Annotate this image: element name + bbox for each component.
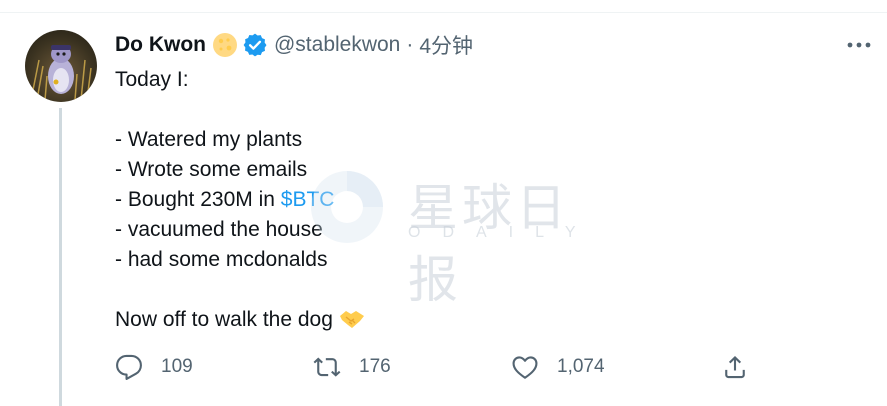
share-button[interactable] — [721, 350, 749, 384]
more-options-icon[interactable] — [846, 38, 872, 52]
tweet-line: Today I: — [115, 68, 189, 91]
tweet-line: - had some mcdonalds — [115, 248, 328, 271]
tweet-text: Today I: - Watered my plants - Wrote som… — [115, 65, 365, 335]
thread-line — [59, 108, 62, 406]
retweet-count: 176 — [359, 356, 391, 377]
reply-button[interactable]: 109 — [115, 350, 193, 384]
share-icon — [725, 356, 745, 379]
tweet-line: - Watered my plants — [115, 128, 303, 151]
penguin-avatar-icon — [30, 45, 92, 101]
display-name[interactable]: Do Kwon — [115, 33, 206, 57]
watermark-subtext: ODAILY — [408, 224, 598, 241]
tweet-line: - Wrote some emails — [115, 158, 308, 181]
tweet-line: - vacuumed the house — [115, 218, 323, 241]
reply-count: 109 — [161, 356, 193, 377]
watermark-text: 星球日报 — [408, 180, 570, 308]
separator-dot: · — [406, 33, 414, 56]
timestamp[interactable]: 4分钟 — [419, 30, 473, 60]
heart-icon — [512, 356, 538, 379]
verified-badge-icon — [243, 33, 267, 57]
retweet-icon — [313, 357, 341, 377]
like-count: 1,074 — [557, 356, 605, 377]
handshake-emoji-icon — [339, 311, 364, 328]
full-moon-emoji-icon — [212, 33, 237, 57]
like-button[interactable]: 1,074 — [511, 350, 605, 384]
reply-icon — [116, 354, 142, 380]
retweet-button[interactable]: 176 — [313, 350, 391, 384]
tweet-header: Do Kwon @stablekwon · 4分钟 — [115, 30, 473, 60]
tweet-actions: 109 176 1,074 — [115, 350, 775, 384]
tweet-line: Now off to walk the dog — [115, 308, 333, 331]
cashtag-link[interactable]: $BTC — [281, 188, 335, 211]
top-divider — [0, 0, 887, 13]
user-handle[interactable]: @stablekwon — [274, 33, 400, 57]
tweet-line: - Bought 230M in — [115, 188, 281, 211]
avatar[interactable] — [25, 30, 97, 102]
